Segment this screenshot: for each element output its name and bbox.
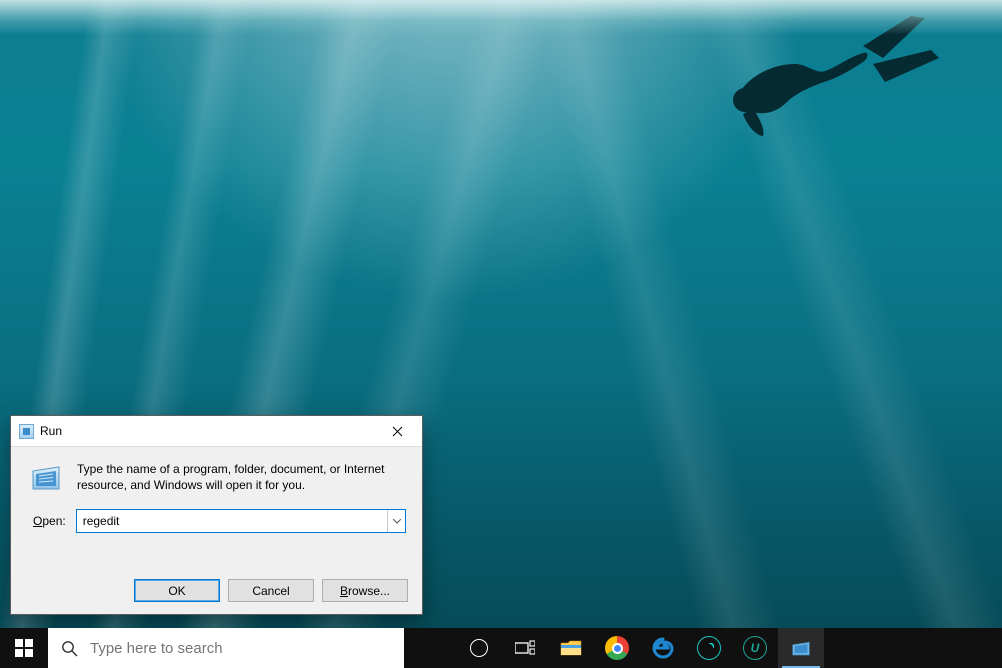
run-description: Type the name of a program, folder, docu… (77, 461, 406, 495)
ok-button[interactable]: OK (134, 579, 220, 602)
taskbar-search[interactable] (48, 628, 404, 668)
run-dialog-icon (19, 424, 34, 439)
run-dialog-body: Type the name of a program, folder, docu… (11, 446, 422, 614)
run-dialog: Run Type the name of a program, (10, 415, 423, 615)
file-explorer-button[interactable] (548, 628, 594, 668)
start-button[interactable] (0, 628, 48, 668)
cancel-button[interactable]: Cancel (228, 579, 314, 602)
run-dialog-title: Run (40, 424, 62, 438)
search-icon (48, 640, 90, 657)
open-combobox[interactable] (76, 509, 406, 533)
run-titlebar[interactable]: Run (11, 416, 422, 446)
run-taskbar-button[interactable] (778, 628, 824, 668)
app-u-circle-button[interactable]: U (732, 628, 778, 668)
open-input[interactable] (77, 510, 387, 532)
edge-button[interactable] (640, 628, 686, 668)
taskbar: U (0, 628, 1002, 668)
task-view-button[interactable] (502, 628, 548, 668)
open-label: Open: (33, 514, 66, 528)
browse-button[interactable]: Browse... (322, 579, 408, 602)
close-button[interactable] (375, 417, 420, 445)
chevron-down-icon[interactable] (387, 510, 405, 532)
app-teal-circle-button[interactable] (686, 628, 732, 668)
run-program-icon (29, 461, 63, 495)
search-input[interactable] (90, 640, 404, 657)
chrome-button[interactable] (594, 628, 640, 668)
wallpaper-diver (687, 8, 947, 138)
cortana-button[interactable] (456, 628, 502, 668)
